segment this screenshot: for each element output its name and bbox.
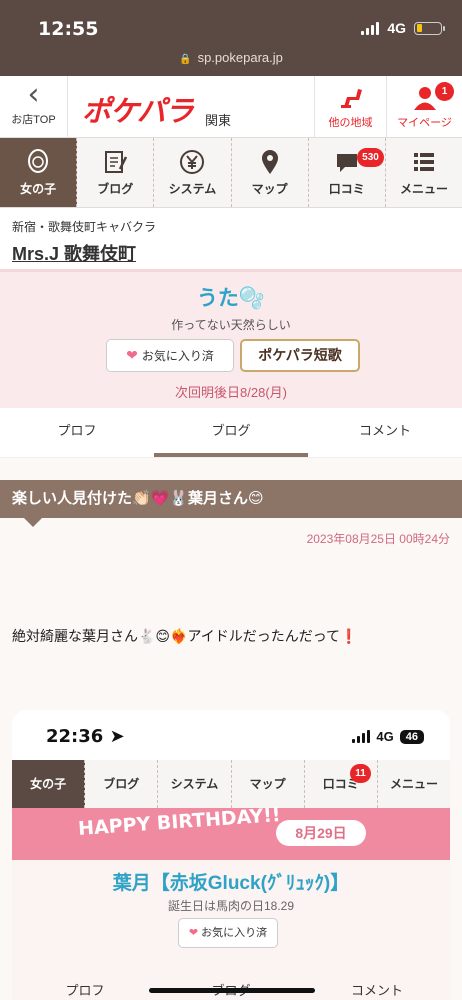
girl-actions: ❤ お気に入り済 ポケパラ短歌 xyxy=(106,339,360,372)
lock-icon: 🔒 xyxy=(179,54,192,65)
profile-tabs: プロフ ブログ コメント xyxy=(0,408,462,458)
nav-reviews-label: 口コミ xyxy=(328,182,365,196)
speech-bubble-icon xyxy=(336,154,357,172)
shot-banner-text: HAPPY BIRTHDAY!! xyxy=(77,803,282,841)
status-bar: 12:55 4G xyxy=(0,0,462,44)
shot-tab-comments: コメント xyxy=(350,983,403,998)
nav-menu-label: メニュー xyxy=(399,182,448,196)
chair-icon xyxy=(340,89,362,108)
embedded-screenshot: 22:36 ➤ 4G 46 女の子 ブログ システム マップ 口コミ 11 メニュ… xyxy=(12,710,450,1000)
tab-profile[interactable]: プロフ xyxy=(0,408,154,457)
shot-status-bar: 22:36 ➤ 4G 46 xyxy=(12,710,450,762)
site-header: ‹ お店TOP ポケパラ 関東 他の地域 マイページ 1 xyxy=(0,76,462,138)
shot-time: 22:36 ➤ xyxy=(46,726,125,747)
shot-battery: 46 xyxy=(399,729,424,744)
shot-reviews-badge: 11 xyxy=(350,764,371,783)
other-region-label: 他の地域 xyxy=(328,117,373,129)
nav-reviews[interactable]: 口コミ 530 xyxy=(309,138,386,207)
menu-icon xyxy=(413,153,434,171)
reviews-badge: 530 xyxy=(357,148,384,167)
site-logo[interactable]: ポケパラ xyxy=(82,88,194,130)
shot-nav: 女の子 ブログ システム マップ 口コミ 11 メニュー xyxy=(12,760,450,808)
shot-nav-blog: ブログ xyxy=(85,760,159,808)
nav-menu[interactable]: メニュー xyxy=(386,138,462,207)
status-indicators: 4G xyxy=(361,20,445,36)
nav-map[interactable]: マップ xyxy=(232,138,309,207)
tab-blog[interactable]: ブログ xyxy=(154,408,308,457)
girl-profile-header: うた🫧 作ってない天然らしい ❤ お気に入り済 ポケパラ短歌 次回明後日8/28(… xyxy=(0,272,462,408)
heart-icon: ❤ xyxy=(126,347,138,363)
shop-category: 新宿・歌舞伎町キャバクラ xyxy=(12,220,157,234)
mypage-button[interactable]: マイページ 1 xyxy=(386,76,462,138)
status-time: 12:55 xyxy=(38,18,99,40)
shot-network: 4G xyxy=(376,729,394,744)
map-pin-icon xyxy=(261,150,278,174)
shop-top-button[interactable]: ‹ お店TOP xyxy=(0,76,68,138)
yen-icon xyxy=(180,150,205,174)
favorite-label: お気に入り済 xyxy=(141,349,214,363)
mypage-badge: 1 xyxy=(435,82,454,101)
shot-tab-profile: プロフ xyxy=(65,983,105,998)
signal-icon xyxy=(361,21,380,35)
home-indicator[interactable] xyxy=(149,988,315,993)
shot-profile: 葉月【赤坂Gluck(ｸﾞﾘｭｯｸ)】 誕生日は馬肉の日18.29 ❤ お気に入り… xyxy=(12,860,450,1000)
shot-banner-date: 8月29日 xyxy=(276,820,366,846)
girl-name: うた🫧 xyxy=(196,287,266,310)
url-text: sp.pokepara.jp xyxy=(197,50,283,65)
nav-map-label: マップ xyxy=(251,182,288,196)
girl-icon xyxy=(28,149,49,173)
shot-nav-reviews: 口コミ 11 xyxy=(305,760,378,808)
shot-signal-icon xyxy=(352,730,371,743)
shop-info: 新宿・歌舞伎町キャバクラ Mrs.J 歌舞伎町 xyxy=(0,208,462,272)
battery-icon xyxy=(414,21,445,35)
blog-title: 楽しい人見付けた👏🏻💗🐰葉月さん😊 xyxy=(0,480,462,527)
shot-status-indicators: 4G 46 xyxy=(352,729,424,744)
shot-girl-name: 葉月【赤坂Gluck(ｸﾞﾘｭｯｸ)】 xyxy=(112,873,350,894)
shop-top-label: お店TOP xyxy=(11,114,56,126)
tanka-button[interactable]: ポケパラ短歌 xyxy=(240,339,360,372)
nav-blog-label: ブログ xyxy=(97,182,134,196)
girl-catchphrase: 作ってない天然らしい xyxy=(171,318,291,332)
shot-nav-girl: 女の子 xyxy=(12,760,86,808)
nav-blog[interactable]: ブログ xyxy=(77,138,155,207)
mypage-label: マイページ xyxy=(397,117,452,129)
favorite-button[interactable]: ❤ お気に入り済 xyxy=(106,339,234,372)
url-bar[interactable]: 🔒 sp.pokepara.jp xyxy=(0,44,462,76)
nav-system[interactable]: システム xyxy=(154,138,232,207)
nav-girl[interactable]: 女の子 xyxy=(0,138,78,207)
nav-system-label: システム xyxy=(168,182,217,196)
blog-post: 楽しい人見付けた👏🏻💗🐰葉月さん😊 2023年08月25日 00時24分 絶対綺… xyxy=(0,458,462,1000)
blog-date: 2023年08月25日 00時24分 xyxy=(306,532,450,546)
blog-icon xyxy=(105,151,128,173)
region-label: 関東 xyxy=(205,113,232,128)
chevron-left-icon: ‹ xyxy=(27,77,40,112)
shot-nav-system: システム xyxy=(158,760,232,808)
shot-nav-map: マップ xyxy=(232,760,305,808)
shot-heart-icon: ❤ xyxy=(188,927,199,939)
tab-comments[interactable]: コメント xyxy=(308,408,462,457)
shot-birthday-banner: HAPPY BIRTHDAY!! 8月29日 xyxy=(12,803,450,860)
shot-favorite-button: ❤ お気に入り済 xyxy=(178,918,278,948)
nav-girl-label: 女の子 xyxy=(20,182,57,196)
shot-nav-menu: メニュー xyxy=(389,777,438,791)
main-nav: 女の子 ブログ システム マップ 口コミ 530 メニュー xyxy=(0,138,462,208)
shop-name-link[interactable]: Mrs.J 歌舞伎町 xyxy=(12,240,136,266)
user-icon xyxy=(413,87,436,110)
next-shift: 次回明後日8/28(月) xyxy=(175,385,287,400)
shot-girl-sub: 誕生日は馬肉の日18.29 xyxy=(167,899,295,913)
other-region-button[interactable]: 他の地域 xyxy=(314,76,386,138)
network-label: 4G xyxy=(387,20,406,36)
blog-body: 絶対綺麗な葉月さん🐇😊❤️‍🔥アイドルだったんだって❗️ xyxy=(12,628,358,644)
